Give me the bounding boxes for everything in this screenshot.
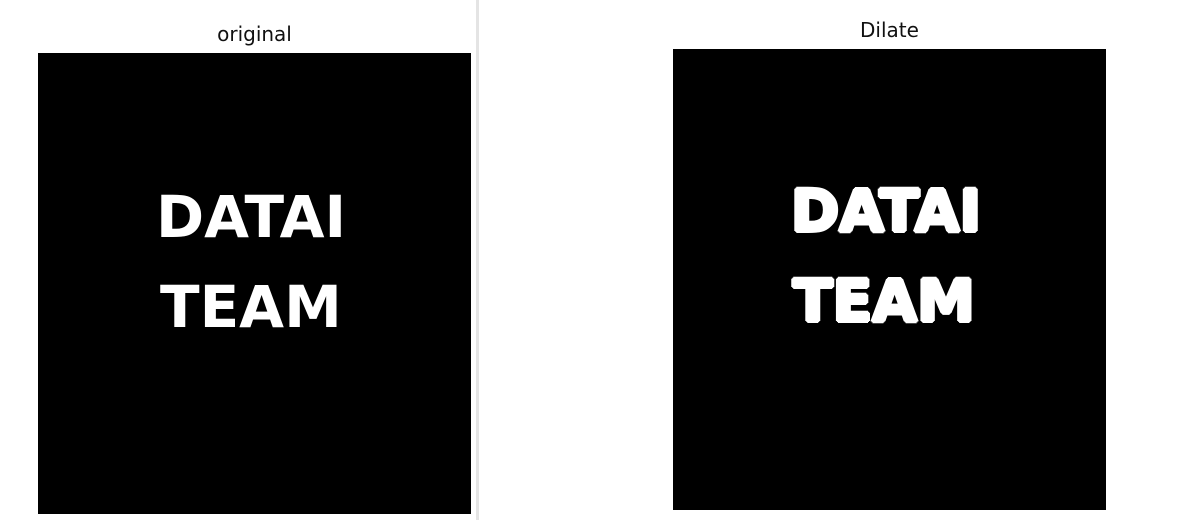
panel-divider: [476, 0, 479, 520]
original-title: original: [217, 22, 292, 46]
dilate-image: DATAI TEAM: [673, 49, 1106, 510]
dilate-image-text-line1: DATAI: [791, 177, 982, 245]
dilate-title: Dilate: [860, 18, 919, 42]
original-image-text-line1: DATAI: [156, 183, 347, 251]
original-image: DATAI TEAM: [38, 53, 471, 514]
original-image-text-line2: TEAM: [160, 273, 342, 341]
dilate-image-text-line2: TEAM: [793, 267, 975, 335]
